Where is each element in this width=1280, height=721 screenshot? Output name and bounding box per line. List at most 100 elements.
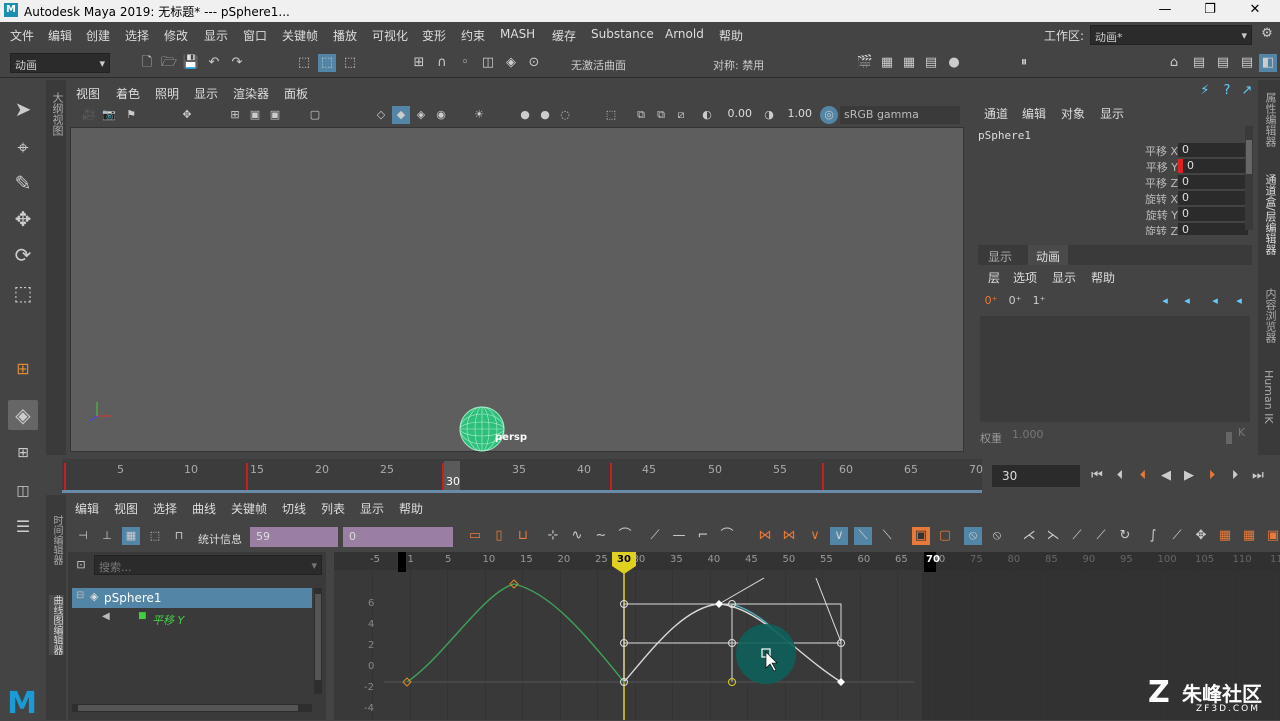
four-view-icon[interactable]: ⊞ bbox=[8, 438, 38, 468]
auto-load-icon[interactable]: ▣ bbox=[912, 527, 930, 545]
channel-rotate-y[interactable]: 旋转 Y0 bbox=[1120, 207, 1250, 222]
tab-graph-editor[interactable]: 曲线图编辑器 bbox=[49, 595, 64, 655]
close-button[interactable]: ✕ bbox=[1240, 2, 1270, 20]
camera-sequencer-icon[interactable]: ▣ bbox=[1264, 527, 1280, 545]
channel-value[interactable]: 0 bbox=[1178, 143, 1248, 157]
wireframe-icon[interactable]: ◇ bbox=[372, 106, 390, 124]
sphere-object[interactable] bbox=[458, 405, 506, 453]
curve-canvas[interactable] bbox=[334, 552, 1280, 720]
dope-sheet-icon[interactable]: ▦ bbox=[1216, 527, 1234, 545]
layers-icon[interactable]: ◧ bbox=[1259, 54, 1277, 72]
ge-menu-keys[interactable]: 关键帧 bbox=[231, 500, 267, 517]
step-back-frame-icon[interactable]: ⏴ bbox=[1134, 467, 1152, 485]
snap-curve-icon[interactable]: ∩ bbox=[433, 54, 451, 72]
menu-create[interactable]: 创建 bbox=[86, 27, 110, 44]
live-surface-field[interactable]: 无激活曲面 bbox=[566, 53, 662, 73]
channel-rotate-x[interactable]: 旋转 X0 bbox=[1120, 191, 1250, 206]
menu-cache[interactable]: 缓存 bbox=[552, 27, 576, 44]
menu-constrain[interactable]: 约束 bbox=[461, 27, 485, 44]
frame-all-icon[interactable]: ▭ bbox=[466, 527, 484, 545]
cb-menu-edit[interactable]: 编辑 bbox=[1022, 105, 1046, 122]
menu-deform[interactable]: 变形 bbox=[422, 27, 446, 44]
channel-value[interactable]: 0 bbox=[1178, 175, 1248, 189]
auto-tangent-icon[interactable]: ∿ bbox=[568, 527, 586, 545]
camera-icon[interactable]: 🎥 bbox=[80, 106, 98, 124]
symmetry-field[interactable]: 对称: 禁用 bbox=[708, 53, 804, 73]
move-nearest-icon[interactable]: ✥ bbox=[1192, 527, 1210, 545]
channel-translate-y[interactable]: 平移 Y0 bbox=[1120, 159, 1250, 174]
channel-box-icon[interactable]: ▤ bbox=[1238, 54, 1256, 72]
remove-key-layer-icon[interactable]: ◂ bbox=[1230, 292, 1248, 310]
weight-field[interactable]: 1.000 bbox=[1012, 428, 1044, 441]
color-management-icon[interactable]: ◎ bbox=[820, 106, 838, 124]
outliner-layout-icon[interactable]: ☰ bbox=[8, 512, 38, 542]
pause-icon[interactable]: ⏸ bbox=[1015, 54, 1033, 72]
retime-icon[interactable]: ⊓ bbox=[170, 527, 188, 545]
workspace-dropdown[interactable]: 动画* ▾ bbox=[1090, 25, 1252, 45]
clamped-tangent-icon[interactable]: ⌒ bbox=[616, 527, 634, 545]
menu-visualize[interactable]: 可视化 bbox=[372, 27, 408, 44]
frame-selection-icon[interactable]: ▯ bbox=[490, 527, 508, 545]
load-selection-icon[interactable]: ▢ bbox=[936, 527, 954, 545]
channel-translate-x[interactable]: 平移 X0 bbox=[1120, 143, 1250, 158]
ge-menu-list[interactable]: 列表 bbox=[321, 500, 345, 517]
exposure-field[interactable]: 0.00 bbox=[718, 107, 754, 123]
vp-menu-show[interactable]: 显示 bbox=[194, 85, 218, 102]
go-to-end-icon[interactable]: ⏭ bbox=[1249, 467, 1267, 485]
move-layer-down-icon[interactable]: ◂ bbox=[1178, 292, 1196, 310]
textured-icon[interactable]: ◉ bbox=[432, 106, 450, 124]
vp-menu-view[interactable]: 视图 bbox=[76, 85, 100, 102]
plateau-tangent-icon[interactable]: ⌒ bbox=[718, 527, 736, 545]
ge-menu-select[interactable]: 选择 bbox=[153, 500, 177, 517]
undo-icon[interactable]: ↶ bbox=[205, 54, 223, 72]
stacked-view-icon[interactable]: ⟋ bbox=[1168, 527, 1186, 545]
unify-tangent-icon[interactable]: ∨ bbox=[830, 527, 848, 545]
vp-menu-panels[interactable]: 面板 bbox=[284, 85, 308, 102]
cb-menu-show[interactable]: 显示 bbox=[1100, 105, 1124, 122]
step-forward-frame-icon[interactable]: ⏵ bbox=[1203, 467, 1221, 485]
vp-menu-renderer[interactable]: 渲染器 bbox=[233, 85, 269, 102]
channel-value[interactable]: 0 bbox=[1178, 159, 1248, 173]
save-scene-icon[interactable]: 💾 bbox=[182, 54, 200, 72]
open-scene-icon[interactable]: 🗁 bbox=[160, 54, 178, 72]
outliner-row-translate-y[interactable]: ◀ ■ 平移 Y bbox=[72, 610, 312, 628]
denormalize-icon[interactable]: ⋋ bbox=[1044, 527, 1062, 545]
select-component-icon[interactable]: ⬚ bbox=[341, 54, 359, 72]
outliner-row-pSphere1[interactable]: ⊟ ◈ pSphere1 bbox=[72, 588, 312, 608]
transform-icon[interactable]: ✥ bbox=[178, 106, 196, 124]
snap-view-icon[interactable]: ◫ bbox=[479, 54, 497, 72]
layer-menu-options[interactable]: 选项 bbox=[1013, 269, 1037, 286]
layer-menu-layers[interactable]: 层 bbox=[988, 269, 1000, 286]
add-key-layer-icon[interactable]: ◂ bbox=[1206, 292, 1224, 310]
outliner-hscrollbar[interactable] bbox=[72, 704, 312, 712]
ge-menu-view[interactable]: 视图 bbox=[114, 500, 138, 517]
ge-menu-show[interactable]: 显示 bbox=[360, 500, 384, 517]
play-forward-icon[interactable]: ▶ bbox=[1180, 467, 1198, 485]
move-key-icon[interactable]: ⊣ bbox=[74, 527, 92, 545]
step-forward-key-icon[interactable]: ⏵ bbox=[1226, 467, 1244, 485]
region-tool-icon[interactable]: ⬚ bbox=[146, 527, 164, 545]
filter-icon[interactable]: ⊡ bbox=[72, 556, 90, 574]
weight-slider[interactable] bbox=[1226, 432, 1232, 444]
value-snap-icon[interactable]: ⦸ bbox=[988, 527, 1006, 545]
bookmark-icon[interactable]: ⚑ bbox=[122, 106, 140, 124]
channel-rotate-z[interactable]: 旋转 Z0 bbox=[1120, 223, 1250, 235]
vp-menu-shading[interactable]: 着色 bbox=[116, 85, 140, 102]
move-tool-icon[interactable]: ✥ bbox=[8, 204, 38, 234]
timeline-ruler[interactable]: 5 10 15 20 25 30 35 40 45 50 55 60 65 70… bbox=[62, 459, 983, 493]
menu-help[interactable]: 帮助 bbox=[719, 27, 743, 44]
menu-edit[interactable]: 编辑 bbox=[48, 27, 72, 44]
ipr-render-icon[interactable]: ▦ bbox=[900, 54, 918, 72]
grid-icon[interactable]: ⊞ bbox=[8, 354, 38, 384]
maximize-button[interactable]: ❐ bbox=[1195, 2, 1225, 20]
buffer-curve-icon[interactable]: ⋈ bbox=[756, 527, 774, 545]
stats-value-field[interactable]: 0 bbox=[343, 527, 453, 547]
attribute-editor-icon[interactable]: ▤ bbox=[1190, 54, 1208, 72]
menu-windows[interactable]: 窗口 bbox=[243, 27, 267, 44]
rotate-tool-icon[interactable]: ⟳ bbox=[8, 240, 38, 270]
post-infinity-icon[interactable]: ⟋ bbox=[1092, 527, 1110, 545]
two-view-icon[interactable]: ◫ bbox=[8, 476, 38, 506]
swap-buffer-icon[interactable]: ⋈ bbox=[780, 527, 798, 545]
ao-icon[interactable]: ● bbox=[536, 106, 554, 124]
snap-grid-icon[interactable]: ⊞ bbox=[410, 54, 428, 72]
